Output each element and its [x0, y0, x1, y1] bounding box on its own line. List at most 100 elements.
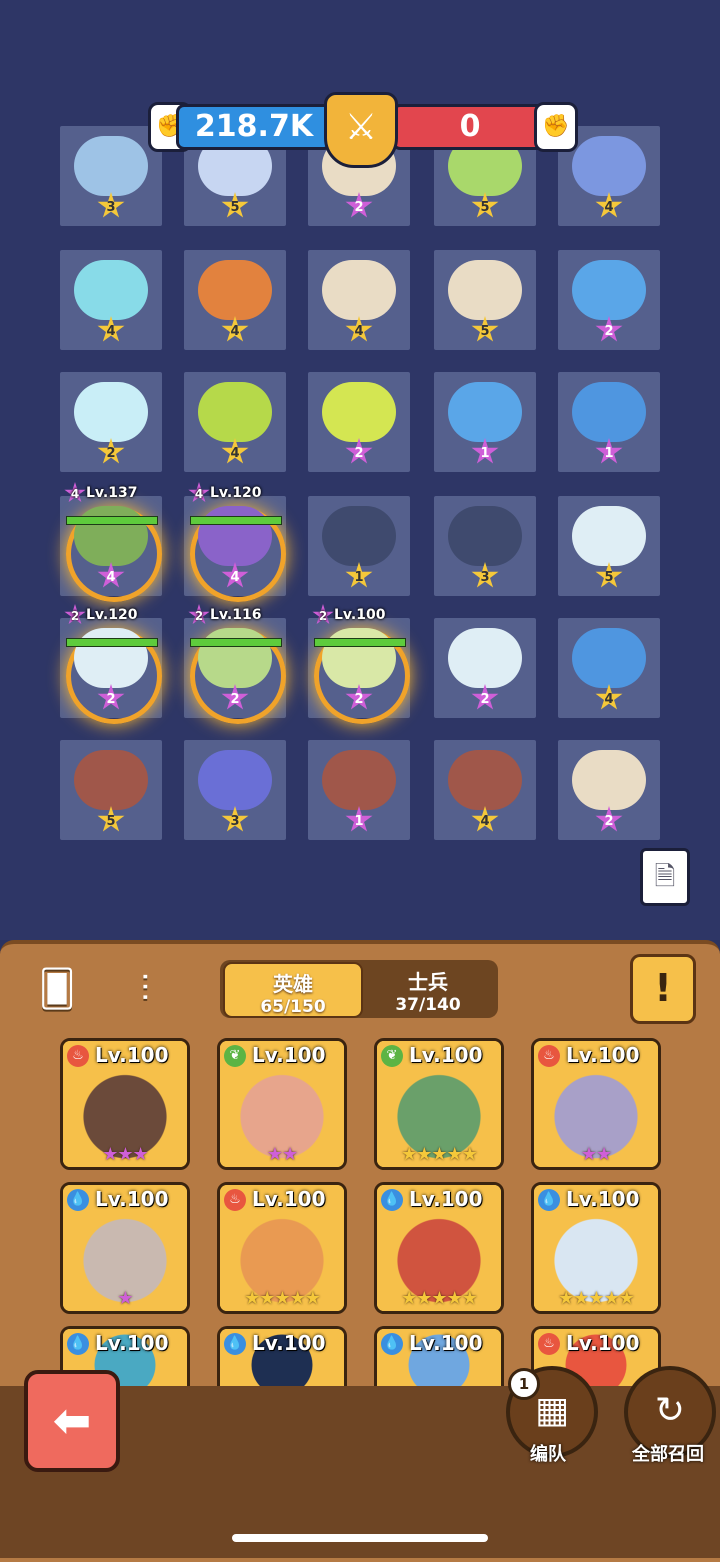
hero-card-level: Lv.100 — [566, 1187, 640, 1211]
tab-soldiers-count: 37/140 — [395, 995, 461, 1015]
star-rank-icon: 2 — [471, 684, 499, 710]
grid-tile[interactable]: 2 — [558, 250, 660, 350]
hero-card-stars: ★ — [117, 1288, 133, 1309]
water-element-icon: 💧 — [67, 1189, 89, 1211]
info-button[interactable]: ! — [630, 954, 696, 1024]
cards-icon[interactable]: 🂠 — [30, 964, 84, 1016]
hero-card[interactable]: 💧 Lv.100 ★★★★★ — [531, 1182, 661, 1314]
hero-star-icon: 2 — [64, 604, 86, 625]
star-rank-icon: 4 — [221, 438, 249, 464]
star-rank-icon: 3 — [471, 562, 499, 588]
hero-card-level: Lv.100 — [95, 1043, 169, 1067]
unit-sprite — [448, 260, 522, 320]
unit-sprite — [74, 382, 148, 442]
hero-card-level: Lv.100 — [252, 1331, 326, 1355]
hero-health-bar — [66, 638, 158, 647]
grid-tile[interactable]: 5 — [558, 496, 660, 596]
hero-card-level: Lv.100 — [566, 1043, 640, 1067]
grid-tile[interactable]: 2 — [308, 372, 410, 472]
grid-tile[interactable]: 2 — [434, 618, 536, 718]
unit-sprite — [572, 136, 646, 196]
fire-element-icon: ♨ — [538, 1045, 560, 1067]
grid-tile[interactable]: 2 2 Lv.100 — [308, 604, 410, 724]
star-rank-icon: 3 — [221, 806, 249, 832]
grid-tile[interactable]: 5 — [434, 250, 536, 350]
hero-card[interactable]: ♨ Lv.100 ★★★★★ — [217, 1182, 347, 1314]
star-rank-icon: 4 — [221, 316, 249, 342]
water-element-icon: 💧 — [538, 1189, 560, 1211]
hero-card[interactable]: ♨ Lv.100 ★★★ — [60, 1038, 190, 1170]
battle-report-icon[interactable]: 🗎 — [640, 848, 690, 906]
grid-tile[interactable]: 4 — [184, 372, 286, 472]
hero-card[interactable]: 💧 Lv.100 — [374, 1326, 504, 1389]
water-element-icon: 💧 — [67, 1333, 89, 1355]
grid-tile[interactable]: 1 — [558, 372, 660, 472]
unit-sprite — [198, 260, 272, 320]
tab-heroes[interactable]: 英雄 65/150 — [223, 962, 363, 1018]
grid-tile[interactable]: 1 — [308, 496, 410, 596]
star-rank-icon: 2 — [97, 438, 125, 464]
star-rank-icon: 2 — [595, 806, 623, 832]
grid-tile[interactable]: 4 — [558, 618, 660, 718]
hero-card[interactable]: 💧 Lv.100 — [217, 1326, 347, 1389]
hero-card-stars: ★★ — [580, 1144, 612, 1165]
unit-sprite — [322, 382, 396, 442]
grid-tile[interactable]: 3 — [434, 496, 536, 596]
hero-card-level: Lv.100 — [95, 1187, 169, 1211]
hero-star-icon: 2 — [312, 604, 334, 625]
unit-sprite — [74, 750, 148, 810]
grid-tile[interactable]: 4 — [434, 740, 536, 840]
grid-tile[interactable]: 2 2 Lv.120 — [60, 604, 162, 724]
hero-card-level: Lv.100 — [409, 1187, 483, 1211]
hero-card-stars: ★★ — [266, 1144, 298, 1165]
grid-tile[interactable]: 2 — [60, 372, 162, 472]
water-element-icon: 💧 — [381, 1333, 403, 1355]
star-rank-icon: 4 — [471, 806, 499, 832]
recall-icon: ↻ — [654, 1390, 686, 1431]
recall-all-label: 全部召回 — [632, 1444, 704, 1465]
hero-level-tag: 4 Lv.137 — [64, 482, 137, 504]
star-rank-icon: 2 — [345, 438, 373, 464]
grid-tile[interactable]: 5 — [60, 740, 162, 840]
hero-card[interactable]: ♨ Lv.100 ★★ — [531, 1038, 661, 1170]
player-power: 218.7K — [176, 104, 332, 150]
grid-tile[interactable]: 4 4 Lv.137 — [60, 482, 162, 602]
tab-soldiers[interactable]: 士兵 37/140 — [360, 962, 496, 1015]
fire-element-icon: ♨ — [224, 1189, 246, 1211]
grid-tile[interactable]: 4 — [308, 250, 410, 350]
grid-tile[interactable]: 2 2 Lv.116 — [184, 604, 286, 724]
grid-tile[interactable]: 4 4 Lv.120 — [184, 482, 286, 602]
star-rank-icon: 3 — [97, 192, 125, 218]
hero-card[interactable]: ❦ Lv.100 ★★★★★ — [374, 1038, 504, 1170]
star-rank-icon: 5 — [471, 192, 499, 218]
star-rank-icon: 5 — [471, 316, 499, 342]
hero-card[interactable]: 💧 Lv.100 ★★★★★ — [374, 1182, 504, 1314]
home-indicator — [232, 1534, 488, 1542]
hero-card[interactable]: 💧 Lv.100 ★ — [60, 1182, 190, 1314]
tab-heroes-label: 英雄 — [273, 972, 313, 996]
hero-card-level: Lv.100 — [409, 1331, 483, 1355]
grid-tile[interactable]: 4 — [60, 250, 162, 350]
unit-sprite — [198, 750, 272, 810]
unit-sprite — [322, 506, 396, 566]
hero-level-tag: 4 Lv.120 — [188, 482, 261, 504]
hero-card[interactable]: ❦ Lv.100 ★★ — [217, 1038, 347, 1170]
grid-tile[interactable]: 1 — [434, 372, 536, 472]
grid-tile[interactable]: 3 — [184, 740, 286, 840]
grid-tile[interactable]: 2 — [558, 740, 660, 840]
hero-level-tag: 2 Lv.100 — [312, 604, 385, 626]
star-rank-icon: 5 — [595, 562, 623, 588]
hero-card-stars: ★★★★★ — [401, 1288, 478, 1309]
star-rank-icon: 1 — [471, 438, 499, 464]
leaf-element-icon: ❦ — [381, 1045, 403, 1067]
back-button[interactable]: ⬅ — [24, 1370, 120, 1472]
hero-health-bar — [190, 638, 282, 647]
hero-card-stars: ★★★★★ — [244, 1288, 321, 1309]
grid-tile[interactable]: 1 — [308, 740, 410, 840]
unit-sprite — [448, 628, 522, 688]
grid-tile[interactable]: 3 — [60, 126, 162, 226]
star-rank-icon: 1 — [595, 438, 623, 464]
grid-tile[interactable]: 4 — [184, 250, 286, 350]
sort-filter-icon[interactable]: ⫶ — [118, 964, 172, 1016]
water-element-icon: 💧 — [381, 1189, 403, 1211]
